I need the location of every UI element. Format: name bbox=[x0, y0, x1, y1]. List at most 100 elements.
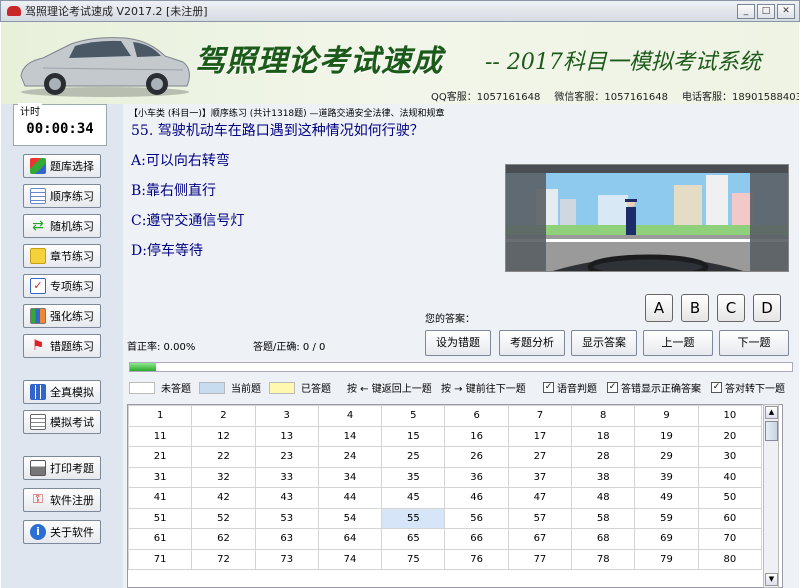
grid-cell[interactable]: 52 bbox=[191, 507, 256, 529]
show-answer-button[interactable]: 显示答案 bbox=[571, 330, 637, 356]
minimize-button[interactable]: _ bbox=[737, 4, 755, 19]
show-correct-checkbox[interactable]: ✓ 答错显示正确答案 bbox=[607, 380, 701, 395]
grid-cell[interactable]: 59 bbox=[634, 507, 699, 529]
grid-cell[interactable]: 27 bbox=[507, 446, 573, 468]
grid-cell[interactable]: 54 bbox=[317, 507, 383, 529]
grid-cell[interactable]: 72 bbox=[191, 548, 256, 570]
grid-cell[interactable]: 78 bbox=[571, 548, 636, 570]
grid-scrollbar[interactable]: ▲ ▼ bbox=[763, 404, 779, 588]
auto-next-checkbox[interactable]: ✓ 答对转下一题 bbox=[711, 380, 785, 395]
grid-cell[interactable]: 23 bbox=[254, 446, 319, 468]
answer-c-button[interactable]: C bbox=[717, 294, 745, 322]
answer-a-button[interactable]: A bbox=[645, 294, 673, 322]
grid-cell[interactable]: 10 bbox=[697, 405, 763, 427]
maximize-button[interactable]: □ bbox=[757, 4, 775, 19]
grid-cell[interactable]: 22 bbox=[191, 446, 256, 468]
grid-cell[interactable]: 18 bbox=[571, 425, 636, 447]
grid-cell[interactable]: 45 bbox=[381, 487, 446, 509]
grid-cell[interactable]: 8 bbox=[571, 405, 636, 427]
grid-cell[interactable]: 44 bbox=[317, 487, 383, 509]
wrong-practice-button[interactable]: ⚑ 错题练习 bbox=[23, 334, 101, 358]
analysis-button[interactable]: 考题分析 bbox=[499, 330, 565, 356]
grid-cell[interactable]: 25 bbox=[381, 446, 446, 468]
bank-select-button[interactable]: 题库选择 bbox=[23, 154, 101, 178]
grid-cell[interactable]: 41 bbox=[128, 487, 193, 509]
grid-cell[interactable]: 48 bbox=[571, 487, 636, 509]
grid-cell[interactable]: 49 bbox=[634, 487, 699, 509]
grid-cell[interactable]: 50 bbox=[697, 487, 763, 509]
random-practice-button[interactable]: ⇄ 随机练习 bbox=[23, 214, 101, 238]
grid-cell[interactable]: 42 bbox=[191, 487, 256, 509]
grid-cell[interactable]: 15 bbox=[381, 425, 446, 447]
grid-cell[interactable]: 76 bbox=[444, 548, 509, 570]
grid-cell[interactable]: 6 bbox=[444, 405, 509, 427]
intensive-practice-button[interactable]: 强化练习 bbox=[23, 304, 101, 328]
grid-cell[interactable]: 51 bbox=[128, 507, 193, 529]
grid-cell[interactable]: 38 bbox=[571, 466, 636, 488]
grid-cell[interactable]: 16 bbox=[444, 425, 509, 447]
grid-cell[interactable]: 70 bbox=[697, 528, 763, 550]
topic-practice-button[interactable]: ✓ 专项练习 bbox=[23, 274, 101, 298]
checkbox-box[interactable]: ✓ bbox=[711, 382, 722, 393]
checkbox-box[interactable]: ✓ bbox=[543, 382, 554, 393]
answer-d-button[interactable]: D bbox=[753, 294, 781, 322]
sequential-practice-button[interactable]: 顺序练习 bbox=[23, 184, 101, 208]
grid-cell[interactable]: 13 bbox=[254, 425, 319, 447]
grid-cell[interactable]: 77 bbox=[507, 548, 573, 570]
grid-cell[interactable]: 56 bbox=[444, 507, 509, 529]
register-button[interactable]: ⚿ 软件注册 bbox=[23, 488, 101, 512]
answer-b-button[interactable]: B bbox=[681, 294, 709, 322]
grid-cell[interactable]: 61 bbox=[128, 528, 193, 550]
grid-cell[interactable]: 4 bbox=[317, 405, 383, 427]
grid-cell[interactable]: 53 bbox=[254, 507, 319, 529]
grid-cell[interactable]: 19 bbox=[634, 425, 699, 447]
grid-cell[interactable]: 33 bbox=[254, 466, 319, 488]
close-button[interactable]: ✕ bbox=[777, 4, 795, 19]
grid-cell[interactable]: 14 bbox=[317, 425, 383, 447]
grid-cell[interactable]: 80 bbox=[697, 548, 763, 570]
grid-cell[interactable]: 58 bbox=[571, 507, 636, 529]
scroll-down-button[interactable]: ▼ bbox=[765, 573, 778, 586]
mock-exam-button[interactable]: 模拟考试 bbox=[23, 410, 101, 434]
grid-cell[interactable]: 32 bbox=[191, 466, 256, 488]
full-simulation-button[interactable]: 全真模拟 bbox=[23, 380, 101, 404]
grid-cell[interactable]: 7 bbox=[507, 405, 573, 427]
grid-cell[interactable]: 2 bbox=[191, 405, 256, 427]
grid-cell[interactable]: 28 bbox=[571, 446, 636, 468]
grid-cell[interactable]: 47 bbox=[507, 487, 573, 509]
grid-cell[interactable]: 62 bbox=[191, 528, 256, 550]
grid-cell[interactable]: 40 bbox=[697, 466, 763, 488]
grid-cell[interactable]: 46 bbox=[444, 487, 509, 509]
mark-wrong-button[interactable]: 设为错题 bbox=[425, 330, 491, 356]
grid-cell[interactable]: 24 bbox=[317, 446, 383, 468]
prev-question-button[interactable]: 上一题 bbox=[643, 330, 713, 356]
grid-cell[interactable]: 26 bbox=[444, 446, 509, 468]
grid-cell[interactable]: 64 bbox=[317, 528, 383, 550]
grid-cell[interactable]: 12 bbox=[191, 425, 256, 447]
grid-cell[interactable]: 75 bbox=[381, 548, 446, 570]
grid-cell[interactable]: 39 bbox=[634, 466, 699, 488]
grid-cell[interactable]: 73 bbox=[254, 548, 319, 570]
grid-cell[interactable]: 35 bbox=[381, 466, 446, 488]
scroll-thumb[interactable] bbox=[765, 421, 778, 441]
grid-cell[interactable]: 37 bbox=[507, 466, 573, 488]
grid-cell[interactable]: 79 bbox=[634, 548, 699, 570]
next-question-button[interactable]: 下一题 bbox=[719, 330, 789, 356]
scroll-up-button[interactable]: ▲ bbox=[765, 406, 778, 419]
print-button[interactable]: 打印考题 bbox=[23, 456, 101, 480]
grid-cell[interactable]: 66 bbox=[444, 528, 509, 550]
grid-cell[interactable]: 36 bbox=[444, 466, 509, 488]
grid-cell[interactable]: 71 bbox=[128, 548, 193, 570]
checkbox-box[interactable]: ✓ bbox=[607, 382, 618, 393]
grid-cell[interactable]: 60 bbox=[697, 507, 763, 529]
grid-cell[interactable]: 9 bbox=[634, 405, 699, 427]
grid-cell[interactable]: 34 bbox=[317, 466, 383, 488]
grid-cell[interactable]: 74 bbox=[317, 548, 383, 570]
grid-cell[interactable]: 17 bbox=[507, 425, 573, 447]
grid-cell[interactable]: 5 bbox=[381, 405, 446, 427]
chapter-practice-button[interactable]: 章节练习 bbox=[23, 244, 101, 268]
voice-judge-checkbox[interactable]: ✓ 语音判题 bbox=[543, 380, 597, 395]
grid-cell[interactable]: 65 bbox=[381, 528, 446, 550]
grid-cell[interactable]: 20 bbox=[697, 425, 763, 447]
grid-cell[interactable]: 55 bbox=[381, 507, 446, 529]
